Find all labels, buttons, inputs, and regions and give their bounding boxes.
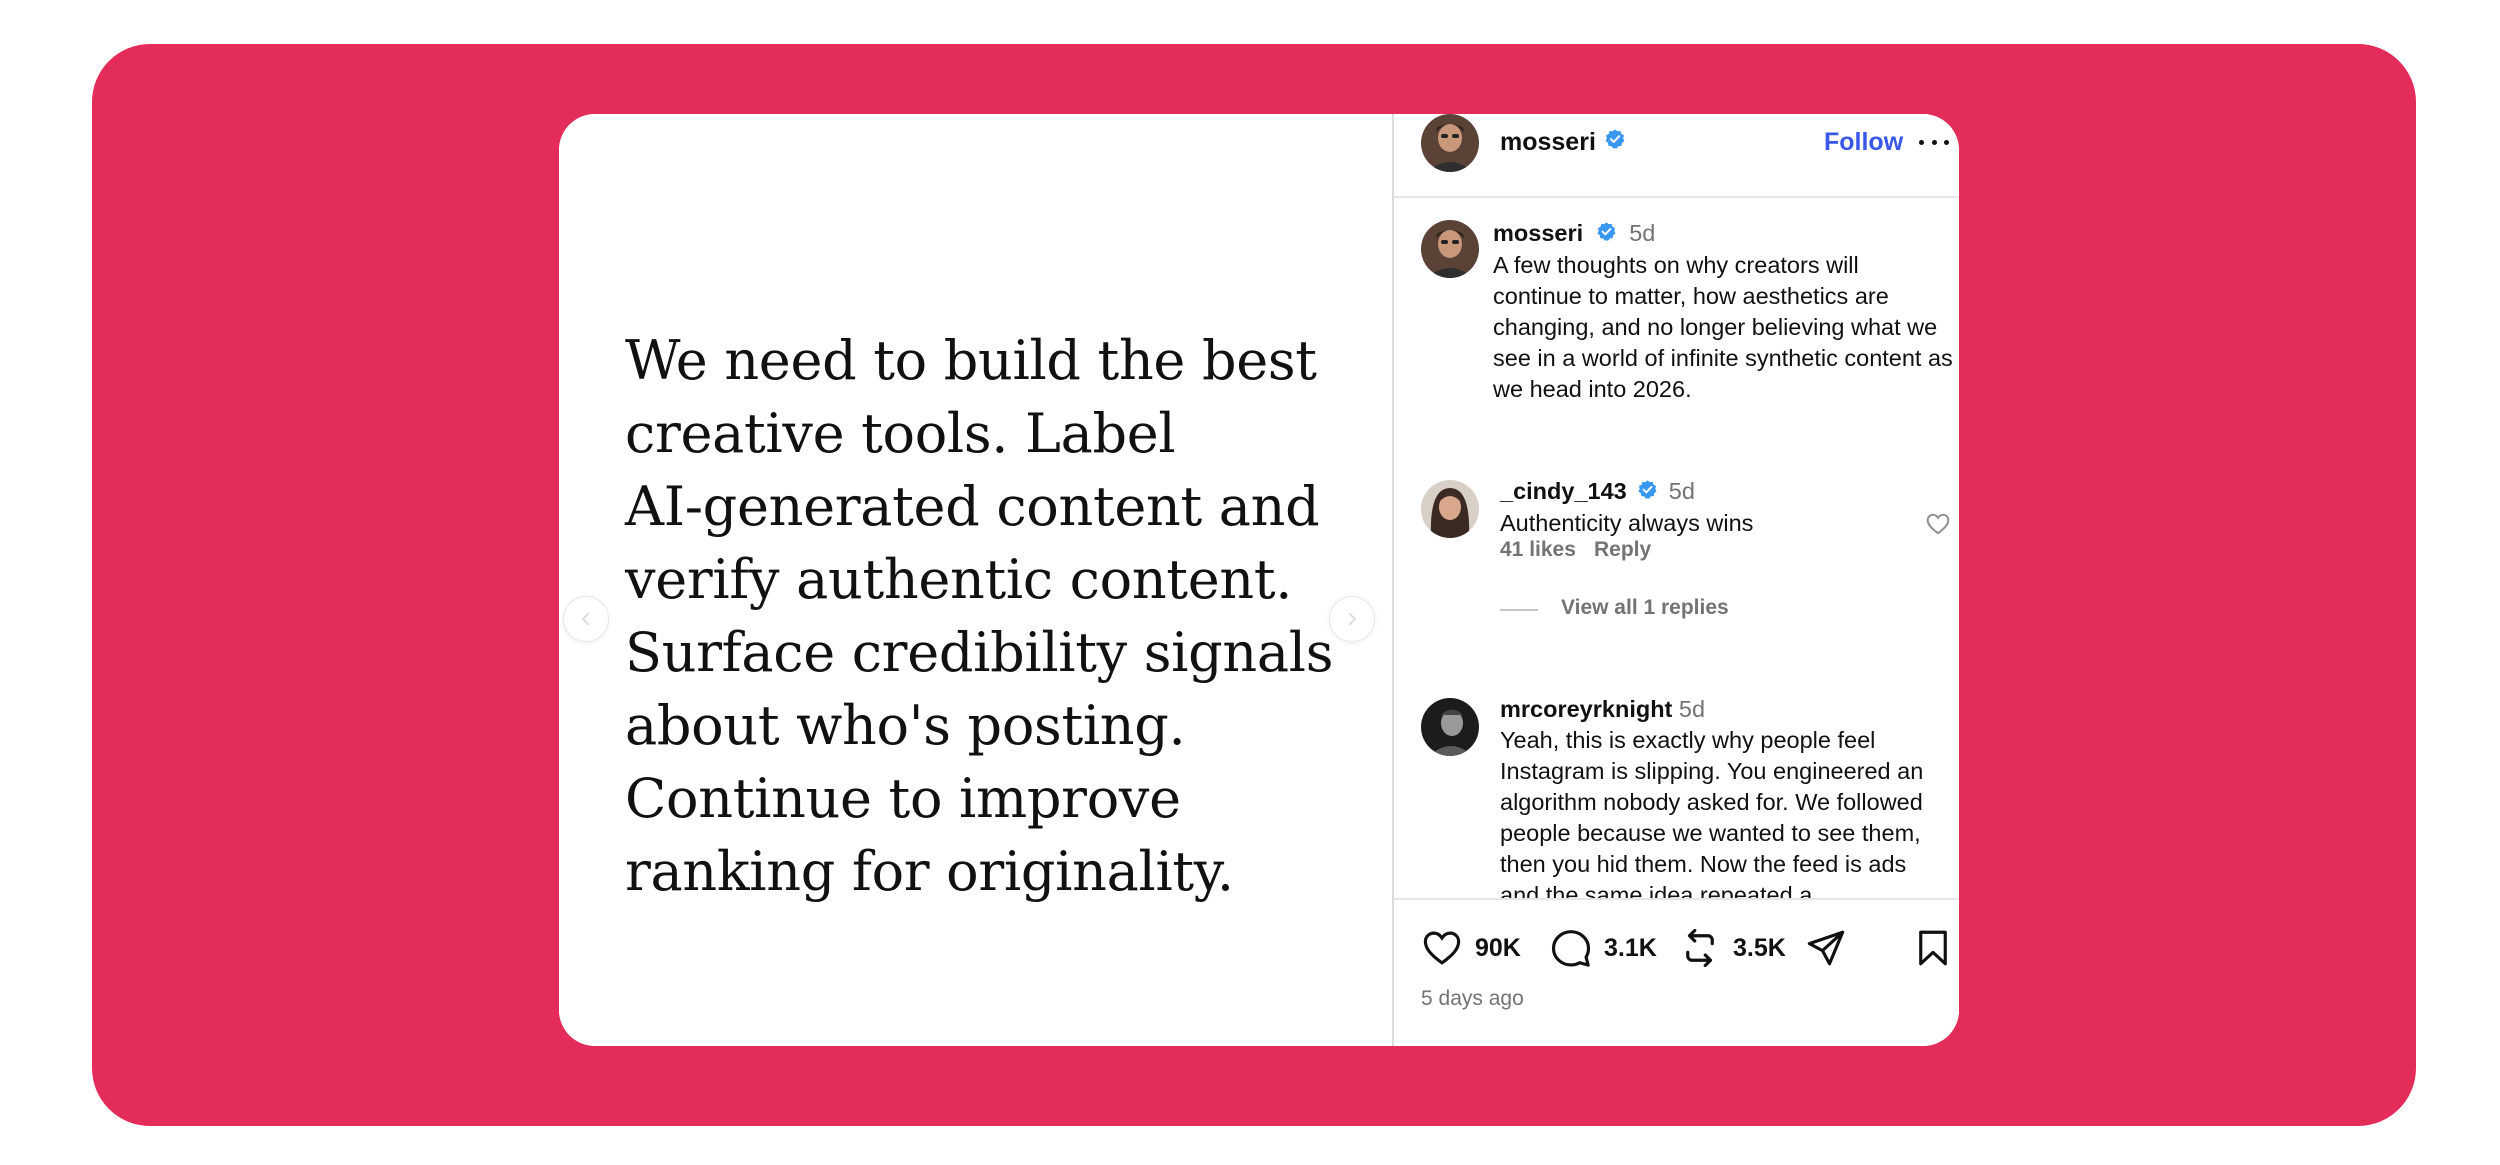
chevron-right-icon: [1348, 612, 1356, 626]
chevron-left-icon: [582, 612, 590, 626]
verified-badge-icon: [1637, 477, 1658, 508]
heart-icon[interactable]: [1925, 511, 1951, 537]
comment-avatar[interactable]: [1421, 698, 1479, 756]
post-media: We need to build the best creative tools…: [559, 114, 1392, 1046]
author-avatar[interactable]: [1421, 114, 1479, 172]
share-action[interactable]: [1805, 926, 1847, 970]
comment: _cindy_143 5d Authenticity always wins: [1500, 476, 1920, 539]
post-header: mosseri Follow: [1394, 114, 1959, 198]
comments-count: 3.1K: [1604, 933, 1657, 962]
comment-action[interactable]: 3.1K: [1550, 926, 1657, 970]
comment-text: Authenticity always wins: [1500, 510, 1754, 537]
post-sidebar: mosseri Follow mosseri 5d A few thoughts…: [1394, 114, 1959, 1046]
previous-slide-button[interactable]: [563, 596, 609, 642]
slide-text: We need to build the best creative tools…: [625, 329, 1334, 903]
likes-count: 90K: [1475, 933, 1521, 962]
post-actions: 90K 3.1K 3.5K 5 days ago: [1394, 898, 1959, 1046]
caption-avatar[interactable]: [1421, 220, 1479, 278]
next-slide-button[interactable]: [1329, 596, 1375, 642]
follow-button[interactable]: Follow: [1824, 128, 1903, 157]
verified-badge-icon: [1596, 219, 1617, 250]
more-icon[interactable]: [1919, 130, 1949, 154]
heart-icon[interactable]: [1421, 927, 1463, 969]
view-replies-button[interactable]: View all 1 replies: [1561, 596, 1729, 620]
comment-time: 5d: [1678, 696, 1706, 722]
bookmark-icon[interactable]: [1912, 927, 1954, 969]
reply-button[interactable]: Reply: [1594, 538, 1651, 562]
caption-time: 5d: [1629, 220, 1656, 246]
post-timestamp: 5 days ago: [1421, 987, 1524, 1010]
send-icon[interactable]: [1805, 927, 1847, 969]
comments-list: mosseri 5d A few thoughts on why creator…: [1394, 198, 1959, 898]
comment-bubble-icon[interactable]: [1550, 927, 1592, 969]
replies-line: [1500, 609, 1538, 611]
caption-username[interactable]: mosseri: [1493, 220, 1583, 246]
author-username[interactable]: mosseri: [1500, 128, 1596, 157]
comment: mrcoreyrknight 5d Yeah, this is exactly …: [1500, 694, 1940, 898]
post-card: We need to build the best creative tools…: [559, 114, 1959, 1046]
save-action[interactable]: [1912, 926, 1954, 970]
comment-text: Yeah, this is exactly why people feel In…: [1500, 727, 1924, 898]
comment-time: 5d: [1668, 478, 1695, 504]
like-action[interactable]: 90K: [1421, 926, 1521, 970]
caption: mosseri 5d A few thoughts on why creator…: [1493, 218, 1953, 405]
reposts-count: 3.5K: [1733, 933, 1786, 962]
verified-badge-icon: [1604, 128, 1626, 157]
comment-likes[interactable]: 41 likes: [1500, 538, 1576, 562]
comment-username[interactable]: _cindy_143: [1500, 478, 1627, 504]
caption-text: A few thoughts on why creators will cont…: [1493, 252, 1953, 403]
comment-avatar[interactable]: [1421, 480, 1479, 538]
repost-icon[interactable]: [1679, 927, 1721, 969]
comment-username[interactable]: mrcoreyrknight: [1500, 696, 1672, 722]
repost-action[interactable]: 3.5K: [1679, 926, 1786, 970]
